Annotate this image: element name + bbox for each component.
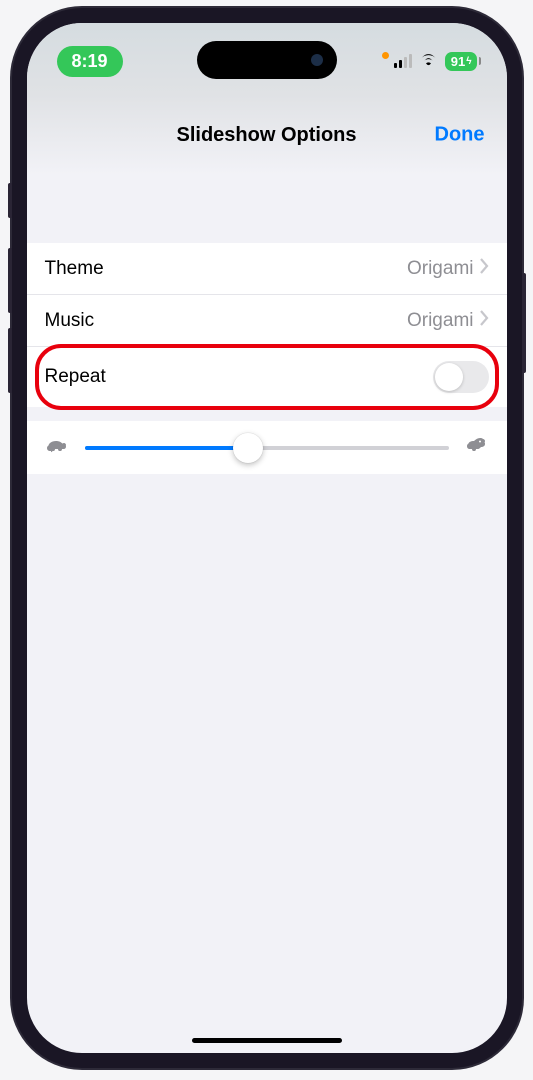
theme-value: Origami (407, 258, 474, 280)
theme-row[interactable]: Theme Origami (27, 243, 507, 295)
music-label: Music (45, 310, 95, 332)
dynamic-island (197, 41, 337, 79)
battery-percent: 91 (451, 54, 465, 69)
screen: 8:19 91ϟ Slideshow Options Done (27, 23, 507, 1053)
silence-switch (8, 183, 12, 218)
slider-fill (85, 446, 249, 450)
theme-label: Theme (45, 258, 104, 280)
time-indicator[interactable]: 8:19 (57, 46, 123, 77)
chevron-right-icon (480, 258, 489, 279)
slider-thumb[interactable] (233, 433, 263, 463)
repeat-toggle[interactable] (433, 361, 489, 393)
wifi-icon (419, 52, 438, 71)
home-indicator[interactable] (192, 1038, 342, 1043)
done-button[interactable]: Done (435, 124, 485, 147)
chevron-right-icon (480, 310, 489, 331)
navigation-header: Slideshow Options Done (27, 95, 507, 175)
speed-slider-row (27, 421, 507, 474)
content-area: Theme Origami Music Origami (27, 243, 507, 474)
settings-list: Theme Origami Music Origami (27, 243, 507, 407)
page-title: Slideshow Options (176, 124, 356, 147)
music-value: Origami (407, 310, 474, 332)
volume-down-button (8, 328, 12, 393)
cellular-signal-icon (394, 54, 412, 68)
repeat-label: Repeat (45, 366, 106, 388)
phone-frame: 8:19 91ϟ Slideshow Options Done (12, 8, 522, 1068)
music-row[interactable]: Music Origami (27, 295, 507, 347)
mic-indicator-icon (382, 52, 389, 59)
repeat-row: Repeat (27, 347, 507, 407)
speed-slider[interactable] (85, 446, 449, 450)
toggle-knob (435, 363, 463, 391)
hare-icon (461, 435, 489, 460)
front-camera (311, 54, 323, 66)
tortoise-icon (45, 435, 73, 460)
charging-icon: ϟ (466, 56, 471, 67)
status-icons: 91ϟ (382, 52, 477, 71)
battery-indicator: 91ϟ (445, 52, 477, 71)
music-value-group: Origami (407, 310, 489, 332)
volume-up-button (8, 248, 12, 313)
theme-value-group: Origami (407, 258, 489, 280)
side-button (522, 273, 526, 373)
